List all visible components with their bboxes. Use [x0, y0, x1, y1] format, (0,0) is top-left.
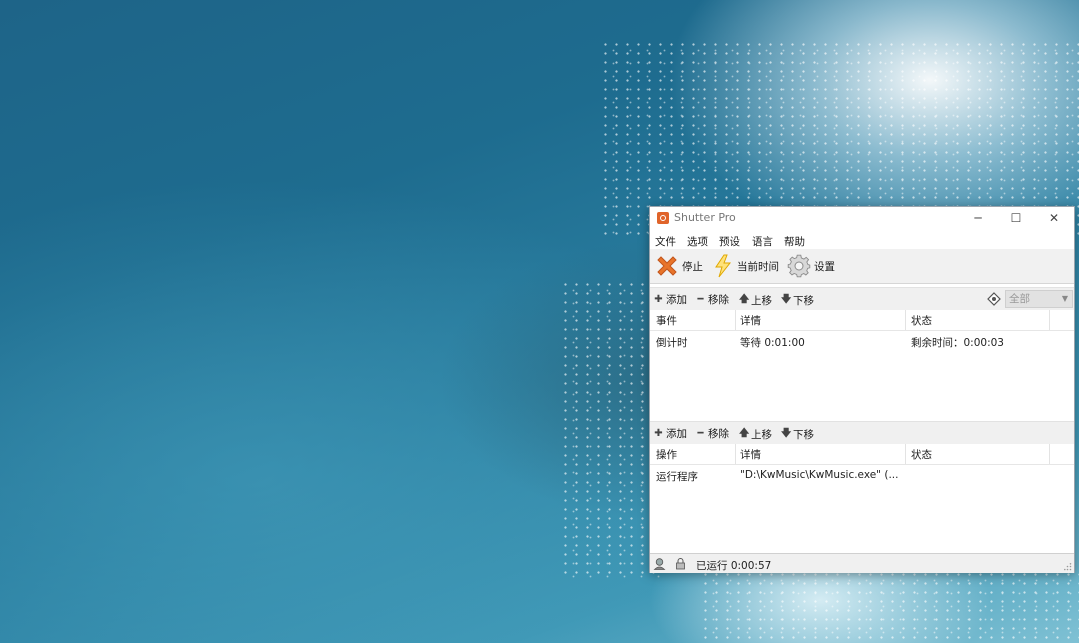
event-filter-select[interactable]: 全部 ▼	[1005, 290, 1073, 308]
menu-options[interactable]: 选项	[687, 234, 708, 249]
stop-label: 停止	[682, 260, 703, 273]
red-x-icon	[657, 256, 677, 276]
table-row[interactable]: 运行程序 "D:\KwMusic\KwMusic.exe" (...	[650, 466, 1074, 486]
events-move-up-label: 上移	[751, 295, 772, 307]
actions-toolbar: ✚ 添加 ━ 移除 🡅 上移 🡇 下移	[650, 421, 1074, 445]
event-status-cell: 剩余时间：0:00:03	[911, 337, 1004, 349]
event-cell: 倒计时	[656, 337, 688, 349]
menu-file[interactable]: 文件	[655, 234, 676, 249]
current-time-button[interactable]: 当前时间	[711, 249, 779, 283]
events-move-down-button[interactable]: 🡇 下移	[781, 292, 814, 309]
actions-col-action[interactable]: 操作	[656, 447, 677, 462]
close-button[interactable]: ✕	[1035, 207, 1073, 229]
main-toolbar: 停止 当前时间 设置	[650, 249, 1074, 284]
current-time-label: 当前时间	[737, 260, 779, 273]
shutter-app-icon	[657, 212, 669, 224]
actions-col-status[interactable]: 状态	[911, 447, 932, 462]
column-divider[interactable]	[905, 310, 906, 330]
settings-button[interactable]: 设置	[786, 249, 835, 283]
gear-icon	[787, 254, 811, 278]
table-row[interactable]: 倒计时 等待 0:01:00 剩余时间：0:00:03	[650, 332, 1074, 352]
events-add-button[interactable]: ✚ 添加	[654, 292, 687, 307]
actions-add-label: 添加	[666, 428, 687, 440]
menu-help[interactable]: 帮助	[784, 234, 805, 249]
events-list[interactable]: 事件 详情 状态 倒计时 等待 0:01:00 剩余时间：0:00:03	[650, 310, 1074, 417]
actions-add-button[interactable]: ✚ 添加	[654, 426, 687, 441]
actions-list[interactable]: 操作 详情 状态 运行程序 "D:\KwMusic\KwMusic.exe" (…	[650, 444, 1074, 552]
up-arrow-icon: 🡅	[739, 428, 750, 439]
column-divider[interactable]	[735, 310, 736, 330]
status-bar: 已运行 0:00:57	[650, 553, 1074, 573]
action-detail-cell: "D:\KwMusic\KwMusic.exe" (...	[740, 469, 899, 481]
actions-list-header: 操作 详情 状态	[650, 444, 1074, 465]
maximize-button[interactable]: ☐	[997, 207, 1035, 229]
plus-icon: ✚	[654, 428, 663, 439]
column-divider[interactable]	[735, 444, 736, 464]
actions-col-detail[interactable]: 详情	[740, 447, 761, 462]
events-move-down-label: 下移	[793, 295, 814, 307]
events-col-detail[interactable]: 详情	[740, 313, 761, 328]
column-divider[interactable]	[1049, 444, 1050, 464]
settings-label: 设置	[814, 260, 835, 273]
minimize-button[interactable]: ─	[959, 207, 997, 229]
minus-icon: ━	[697, 294, 704, 305]
actions-move-down-button[interactable]: 🡇 下移	[781, 426, 814, 443]
stop-button[interactable]: 停止	[654, 249, 703, 283]
actions-remove-button[interactable]: ━ 移除	[696, 426, 729, 441]
column-divider[interactable]	[905, 444, 906, 464]
event-filter-value: 全部	[1009, 293, 1030, 305]
wallpaper-sparkle	[560, 280, 660, 580]
running-time-label: 已运行 0:00:57	[696, 560, 772, 572]
chevron-down-icon: ▼	[1061, 294, 1068, 303]
title-bar[interactable]: Shutter Pro ─ ☐ ✕	[650, 207, 1074, 229]
events-add-label: 添加	[666, 294, 687, 306]
actions-remove-label: 移除	[708, 428, 729, 440]
events-remove-label: 移除	[708, 294, 729, 306]
events-list-header: 事件 详情 状态	[650, 310, 1074, 331]
events-move-up-button[interactable]: 🡅 上移	[739, 292, 772, 309]
menu-presets[interactable]: 预设	[719, 234, 740, 249]
actions-move-up-button[interactable]: 🡅 上移	[739, 426, 772, 443]
plus-icon: ✚	[654, 294, 663, 305]
column-divider[interactable]	[1049, 310, 1050, 330]
minus-icon: ━	[697, 428, 704, 439]
event-detail-cell: 等待 0:01:00	[740, 337, 805, 349]
actions-move-down-label: 下移	[793, 429, 814, 441]
wallpaper-sparkle	[700, 570, 1079, 643]
events-remove-button[interactable]: ━ 移除	[696, 292, 729, 307]
actions-move-up-label: 上移	[751, 429, 772, 441]
shutter-pro-window: Shutter Pro ─ ☐ ✕ 文件 选项 预设 语言 帮助 停止 当前时间	[649, 206, 1075, 573]
diamond-icon	[987, 292, 1001, 306]
down-arrow-icon: 🡇	[781, 428, 792, 439]
action-cell: 运行程序	[656, 471, 698, 483]
down-arrow-icon: 🡇	[781, 294, 792, 305]
up-arrow-icon: 🡅	[739, 294, 750, 305]
resize-grip-icon[interactable]	[1064, 563, 1072, 571]
lock-icon[interactable]	[674, 557, 687, 570]
lightning-icon	[715, 254, 732, 278]
events-toolbar: ✚ 添加 ━ 移除 🡅 上移 🡇 下移 全部 ▼	[650, 287, 1074, 311]
events-col-event[interactable]: 事件	[656, 313, 677, 328]
window-title: Shutter Pro	[674, 211, 736, 224]
menu-language[interactable]: 语言	[752, 234, 773, 249]
user-icon[interactable]	[653, 557, 666, 570]
events-col-status[interactable]: 状态	[911, 313, 932, 328]
